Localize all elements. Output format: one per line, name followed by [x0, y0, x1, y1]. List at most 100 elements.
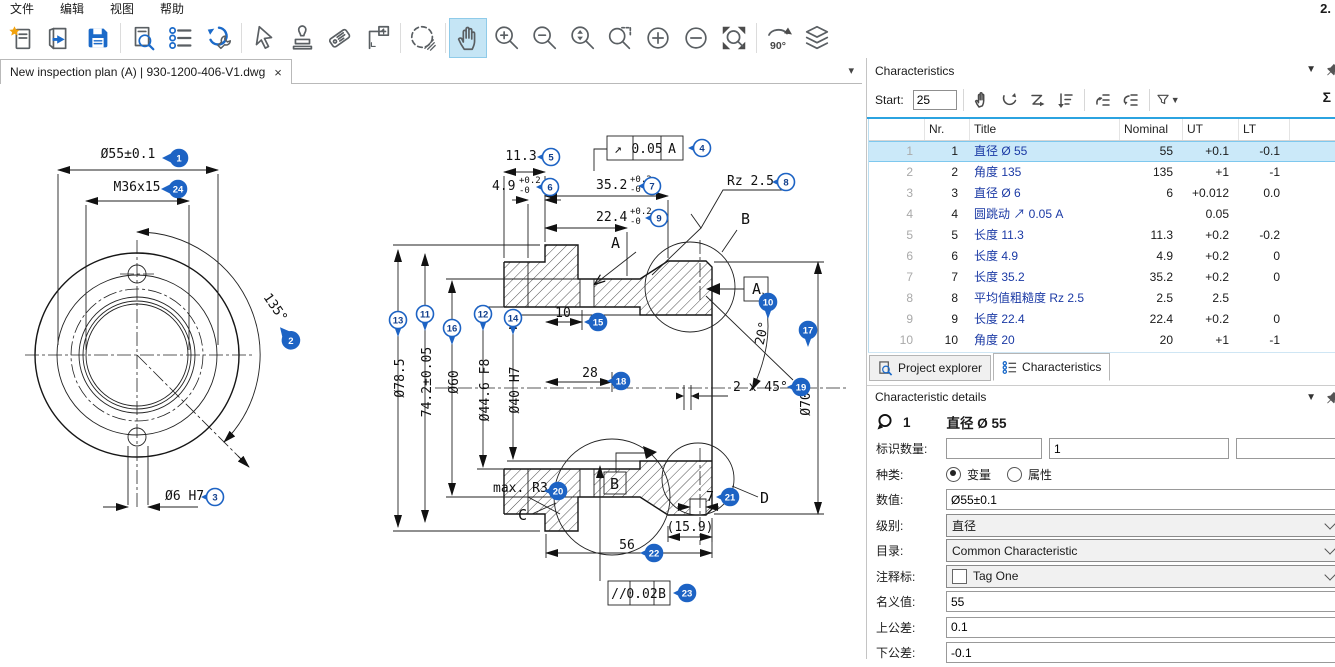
table-row[interactable]: 11直径 Ø 5555+0.1-0.1	[869, 141, 1335, 162]
characteristic-list-button[interactable]	[162, 18, 200, 58]
details-pin-icon[interactable]	[1326, 390, 1335, 409]
svg-text:16: 16	[447, 324, 458, 335]
table-row[interactable]: 66长度 4.94.9+0.20	[869, 246, 1335, 267]
svg-text:4: 4	[699, 144, 705, 155]
select-cursor-button[interactable]	[245, 18, 283, 58]
characteristic-name: 直径 Ø 55	[947, 412, 1007, 432]
zoom-out-button[interactable]	[525, 18, 563, 58]
find-document-button[interactable]	[124, 18, 162, 58]
sort-list-button[interactable]	[1054, 88, 1078, 112]
nominal-input[interactable]	[946, 591, 1335, 612]
tab-project-explorer[interactable]: Project explorer	[869, 355, 991, 381]
upper-tol-input[interactable]	[946, 617, 1335, 638]
dim-angle-135: 135°	[260, 291, 290, 325]
tag-checkbox[interactable]	[952, 569, 967, 584]
catalog-label: 目录:	[876, 542, 946, 559]
id-count-input-1[interactable]	[946, 438, 1042, 459]
project-explorer-icon	[878, 361, 893, 376]
kind-attribute-label: 属性	[1028, 466, 1052, 483]
lower-tol-input[interactable]	[946, 642, 1335, 663]
id-count-input-2[interactable]	[1049, 438, 1229, 459]
table-row[interactable]: 55长度 11.311.3+0.2-0.2	[869, 225, 1335, 246]
balloon-10: 10	[760, 294, 777, 320]
zoom-dynamic-button[interactable]	[563, 18, 601, 58]
panel-menu-caret-icon[interactable]: ▼	[1306, 64, 1316, 75]
scale-down-button[interactable]	[677, 18, 715, 58]
save-button[interactable]	[79, 18, 117, 58]
table-row[interactable]: 22角度 135135+1-1	[869, 162, 1335, 183]
tab-overflow-icon[interactable]: ▾	[848, 64, 854, 77]
svg-text:11: 11	[420, 310, 431, 321]
balloon-11: 11	[417, 306, 434, 332]
balloon-24: 24	[161, 181, 187, 198]
table-row[interactable]: 44圆跳动 ↗ 0.05 A0.05	[869, 204, 1335, 225]
hatch-region-button[interactable]	[404, 18, 442, 58]
dim-roughness: Rz 2.5	[727, 174, 774, 189]
dim-chamfer: 2 x 45°	[733, 380, 788, 395]
filter-button[interactable]: ▼	[1156, 88, 1180, 112]
tab-close-icon[interactable]: ×	[274, 65, 282, 80]
table-header-row[interactable]: Nr. Title Nominal UT LT	[869, 119, 1335, 141]
menu-view[interactable]: 视图	[110, 0, 134, 17]
pick-mode-button[interactable]	[970, 88, 994, 112]
characteristic-number: 1	[903, 415, 911, 430]
details-menu-caret-icon[interactable]: ▼	[1306, 392, 1316, 403]
characteristic-summary: 1 直径 Ø 55	[875, 410, 1007, 434]
balloon-23: 23	[673, 585, 696, 602]
table-row[interactable]: 1010角度 2020+1-1	[869, 330, 1335, 351]
start-number-input[interactable]	[913, 90, 957, 110]
value-label: 数值:	[876, 491, 946, 508]
layers-button[interactable]	[798, 18, 836, 58]
dim-22-4: 22.4	[596, 210, 627, 225]
rotate-90-button[interactable]: 90°	[760, 18, 798, 58]
balloon-16: 16	[444, 320, 461, 346]
start-label: Start:	[875, 93, 904, 107]
zoom-in-button[interactable]	[487, 18, 525, 58]
zoom-fit-button[interactable]	[715, 18, 753, 58]
stamp-button[interactable]	[283, 18, 321, 58]
rotate-90-label: 90°	[770, 40, 786, 52]
renumber-button[interactable]	[998, 88, 1022, 112]
menu-file[interactable]: 文件	[10, 0, 34, 17]
insert-after-button[interactable]	[1119, 88, 1143, 112]
catalog-select[interactable]: Common Characteristic	[946, 539, 1335, 562]
menu-help[interactable]: 帮助	[160, 0, 184, 17]
svg-text:22: 22	[649, 549, 660, 560]
id-count-input-3[interactable]	[1236, 438, 1335, 459]
lower-tol-label: 下公差:	[876, 644, 946, 661]
open-plan-button[interactable]	[41, 18, 79, 58]
kind-variable-radio[interactable]	[946, 467, 961, 482]
tag-button[interactable]	[321, 18, 359, 58]
svg-text:14: 14	[508, 314, 519, 325]
level-select[interactable]: 直径	[946, 514, 1335, 537]
sigma-button[interactable]: Σ	[1323, 89, 1331, 105]
tab-characteristics[interactable]: Characteristics	[993, 353, 1110, 381]
document-tab[interactable]: New inspection plan (A) | 930-1200-406-V…	[0, 59, 292, 85]
table-row[interactable]: 33直径 Ø 66+0.0120.0	[869, 183, 1335, 204]
reorder-path-button[interactable]	[1026, 88, 1050, 112]
corner-balloon-button[interactable]	[359, 18, 397, 58]
table-row[interactable]: 77长度 35.235.2+0.20	[869, 267, 1335, 288]
characteristics-panel-title: Characteristics	[875, 64, 954, 78]
detail-label-b: B	[741, 210, 750, 228]
table-row[interactable]: 99长度 22.422.4+0.20	[869, 309, 1335, 330]
scale-up-button[interactable]	[639, 18, 677, 58]
detail-label-c: C	[518, 506, 527, 524]
settings-sync-button[interactable]	[200, 18, 238, 58]
menu-edit[interactable]: 编辑	[60, 0, 84, 17]
tag-select[interactable]: Tag One	[946, 565, 1335, 588]
dim-4-9: 4.9	[492, 179, 515, 194]
kind-attribute-radio[interactable]	[1007, 467, 1022, 482]
new-plan-button[interactable]	[3, 18, 41, 58]
panel-pin-icon[interactable]	[1326, 62, 1335, 81]
field-nominal: 名义值:	[876, 590, 1335, 613]
drawing-canvas[interactable]: Ø55±0.1 M36x15 135° Ø6 H7	[0, 84, 862, 659]
dim-40: Ø40 H7	[508, 367, 523, 414]
field-id-count: 标识数量:	[876, 437, 1335, 460]
value-input[interactable]	[946, 489, 1335, 510]
pan-tool-button[interactable]	[449, 18, 487, 58]
table-row[interactable]: 88平均值粗糙度 Rz 2.52.52.5	[869, 288, 1335, 309]
zoom-window-button[interactable]	[601, 18, 639, 58]
section-label-a: A	[611, 234, 620, 252]
insert-before-button[interactable]	[1091, 88, 1115, 112]
